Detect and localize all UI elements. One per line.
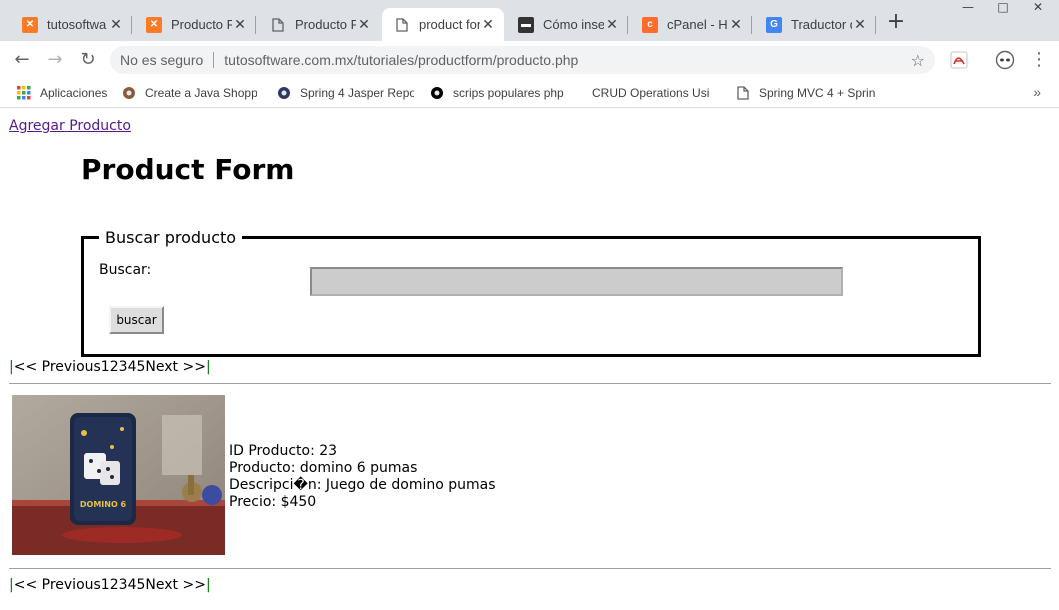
extension-face-icon[interactable] [995, 50, 1015, 70]
bookmarks-overflow-icon[interactable]: » [1033, 84, 1041, 100]
back-arrow-icon[interactable]: ← [10, 48, 34, 72]
pager-close: | [205, 359, 211, 375]
close-window-icon[interactable]: ✕ [1023, 0, 1053, 20]
tab-close-icon[interactable]: ✕ [232, 16, 248, 33]
apps-grid-icon [16, 85, 32, 101]
page-content: Agregar Producto Product Form Buscar pro… [0, 109, 1059, 610]
menu-kebab-icon[interactable]: ⋮ [1027, 48, 1051, 72]
new-tab-button[interactable]: + [884, 10, 908, 34]
site-icon: ▬ [518, 16, 534, 33]
tab-separator [627, 16, 628, 34]
xampp-icon: ✕ [22, 16, 38, 33]
translate-icon: G [766, 16, 782, 33]
browser-toolbar: ← → ↻ i No es seguro tutosoftware.com.mx… [0, 41, 1059, 395]
bookmark-item[interactable]: Create a Java Shoppin [121, 84, 257, 102]
bookmark-favicon [276, 85, 292, 101]
bookmark-star-icon[interactable]: ☆ [911, 51, 925, 70]
pager-page-2[interactable]: 2 [110, 359, 119, 375]
forward-arrow-icon[interactable]: → [43, 48, 67, 72]
pagination-top: |<< Previous12345Next >>| [9, 359, 211, 375]
pager-page-1[interactable]: 1 [101, 359, 110, 375]
bookmark-item[interactable]: scrips populares php [429, 84, 579, 102]
minimize-icon[interactable]: — [953, 0, 983, 20]
bookmark-item[interactable]: Spring 4 Jasper Repo [276, 84, 414, 102]
product-price: Precio: $450 [229, 494, 317, 510]
address-bar[interactable]: i No es seguro tutosoftware.com.mx/tutor… [110, 46, 935, 395]
bookmark-label: Create a Java Shoppin [145, 86, 257, 100]
product-info: ID Producto: 23 Producto: domino 6 pumas… [229, 443, 496, 511]
pager-page-2[interactable]: 2 [110, 577, 119, 593]
pager-prev-link[interactable]: << Previous [14, 577, 101, 593]
search-button[interactable]: buscar [109, 306, 164, 334]
omnibox-divider [213, 52, 215, 68]
pager-page-1[interactable]: 1 [101, 577, 110, 593]
pager-next-link[interactable]: Next >> [145, 577, 206, 593]
page-icon [394, 17, 410, 33]
pager-page-3[interactable]: 3 [119, 577, 128, 593]
tab-title: Producto F [171, 17, 232, 32]
browser-tab[interactable]: c cPanel - Ho✕ [630, 8, 752, 41]
pager-next-link[interactable]: Next >> [145, 359, 206, 375]
bookmark-label: scrips populares php [453, 86, 564, 100]
tab-separator [255, 16, 256, 34]
browser-tab[interactable]: ✕ tutosoftwa ✕ [10, 8, 132, 41]
browser-tab[interactable]: product for ✕ [382, 8, 504, 41]
bookmark-item[interactable]: Aplicaciones [16, 84, 116, 102]
bookmark-item[interactable]: Spring MVC 4 + Sprin [735, 84, 875, 102]
pdf-extension-icon[interactable] [949, 50, 969, 70]
tab-title: Cómo inse [543, 17, 604, 32]
tab-title: Traductor d [791, 17, 852, 32]
search-label: Buscar: [99, 262, 152, 278]
pager-page-3[interactable]: 3 [119, 359, 128, 375]
divider [9, 383, 1051, 384]
bookmark-label: Spring MVC 4 + Sprin [759, 86, 875, 100]
tab-close-icon[interactable]: ✕ [108, 16, 124, 33]
reload-icon[interactable]: ↻ [76, 48, 100, 72]
url-text[interactable]: tutosoftware.com.mx/tutoriales/productfo… [224, 52, 578, 68]
image-box-label: DOMINO 6 [80, 500, 127, 509]
product-image: DOMINO 6 [12, 395, 225, 555]
tab-separator [875, 16, 876, 34]
bookmark-label: CRUD Operations Usi [592, 86, 710, 100]
xampp-icon: ✕ [146, 16, 162, 33]
tab-close-icon[interactable]: ✕ [356, 16, 372, 33]
tab-title: tutosoftwa [47, 17, 107, 32]
cpanel-icon: c [642, 16, 658, 33]
pagination-bottom: |<< Previous12345Next >>| [9, 577, 211, 593]
page-icon [270, 17, 286, 33]
bookmark-label: Aplicaciones [40, 86, 108, 100]
search-legend: Buscar producto [105, 228, 237, 247]
tab-title: Producto F [295, 17, 356, 32]
tab-strip: ✕ tutosoftwa ✕ ✕ Producto F ✕ Producto F ✕ produ… [0, 0, 1059, 41]
product-description: Descripci�n: Juego de domino pumas [229, 477, 496, 493]
maximize-icon[interactable]: □ [988, 0, 1018, 20]
bookmark-favicon [121, 85, 137, 101]
bookmark-label: Spring 4 Jasper Repo [300, 86, 414, 100]
security-label: No es seguro [120, 52, 204, 68]
bookmark-item[interactable]: CRUD Operations Usi [584, 84, 714, 102]
divider [9, 568, 1051, 569]
tab-close-icon[interactable]: ✕ [852, 16, 868, 33]
product-id: ID Producto: 23 [229, 443, 338, 459]
product-name: Producto: domino 6 pumas [229, 460, 418, 476]
search-input[interactable] [310, 267, 843, 296]
pager-prev-link[interactable]: << Previous [14, 359, 101, 375]
page-title: Product Form [81, 153, 295, 186]
tab-separator [131, 16, 132, 34]
browser-tab[interactable]: ▬ Cómo inse ✕ [506, 8, 628, 41]
tab-separator [751, 16, 752, 34]
tab-title: product for [419, 17, 480, 32]
browser-tab[interactable]: Producto F ✕ [258, 8, 380, 41]
tab-close-icon[interactable]: ✕ [480, 16, 496, 33]
browser-tab[interactable]: G Traductor d ✕ [754, 8, 876, 41]
page-icon [735, 85, 751, 101]
pager-close: | [205, 577, 211, 593]
tab-close-icon[interactable]: ✕ [728, 16, 744, 33]
tab-close-icon[interactable]: ✕ [604, 16, 620, 33]
browser-tab[interactable]: ✕ Producto F ✕ [134, 8, 256, 41]
add-product-link[interactable]: Agregar Producto [9, 118, 131, 134]
bookmarks-bar: Aplicaciones Create a Java Shoppin Spring … [0, 78, 1059, 108]
bookmark-favicon [429, 85, 445, 101]
tab-title: cPanel - Ho [667, 17, 728, 32]
